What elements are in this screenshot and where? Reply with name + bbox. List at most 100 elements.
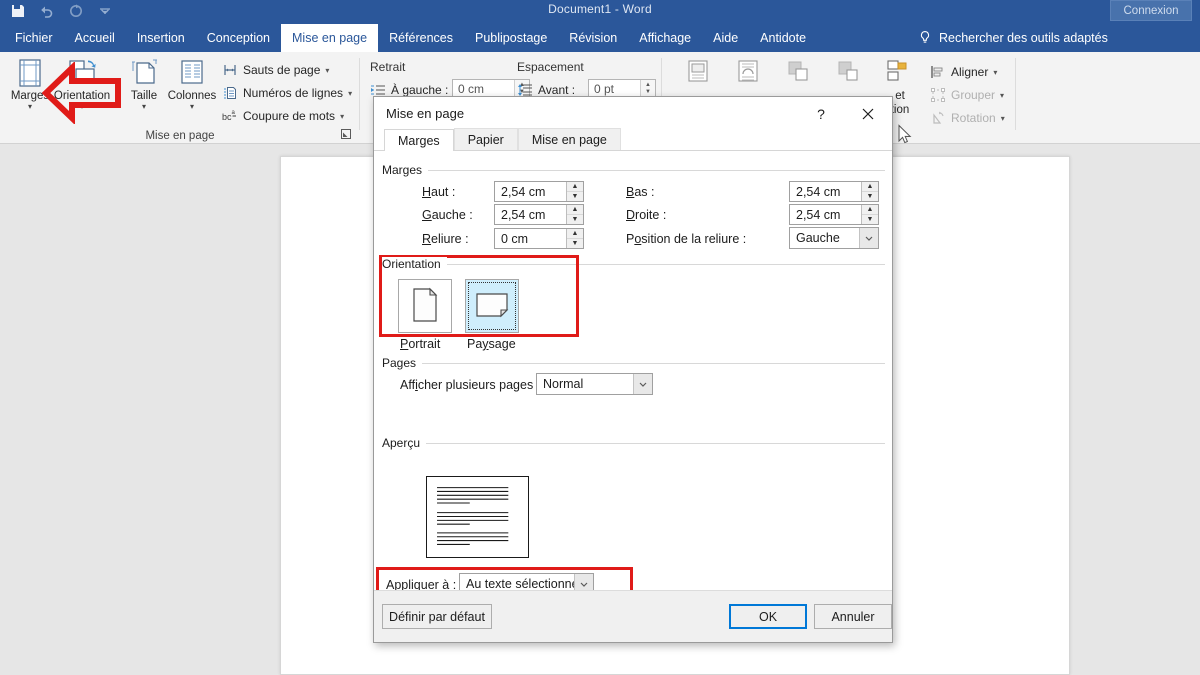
combo-afficher-plusieurs-pages[interactable]: Normal (536, 373, 653, 395)
section-rule (382, 363, 885, 364)
ok-button[interactable]: OK (729, 604, 807, 629)
chevron-down-icon[interactable]: ▾ (142, 103, 146, 111)
label-gauche: Gauche : (422, 208, 473, 222)
bring-forward-icon (785, 58, 815, 88)
label-bas: Bas : (626, 185, 655, 199)
size-icon (129, 58, 159, 88)
sauts-de-page-label: Sauts de page (243, 63, 321, 77)
chevron-down-icon[interactable]: ▾ (348, 89, 352, 98)
rotation-label: Rotation (951, 111, 996, 125)
espacement-avant-label: Avant : (538, 83, 576, 97)
spinner-haut[interactable]: ▲ ▼ (566, 182, 583, 201)
value-gauche: 2,54 cm (501, 207, 546, 222)
volet-selection-label-part2: tion (890, 104, 910, 116)
section-rule (382, 443, 885, 444)
aligner-label: Aligner (951, 65, 989, 79)
section-pages: Pages (382, 356, 885, 370)
dialog-tab-marges[interactable]: Marges (384, 129, 454, 151)
dialog-title: Mise en page (386, 105, 465, 121)
dialog-body: Marges Haut : 2,54 cm ▲ ▼ Bas : 2,54 cm ▲… (374, 151, 892, 592)
tab-affichage[interactable]: Affichage (628, 24, 702, 52)
chevron-down-icon[interactable]: ▾ (190, 103, 194, 111)
sign-in-button[interactable]: Connexion (1110, 0, 1192, 21)
hyphenation-icon: bc a (222, 108, 238, 124)
numeros-de-lignes-button[interactable]: Numéros de lignes ▾ (222, 82, 352, 104)
section-pages-caption: Pages (382, 356, 423, 370)
title-bar: Document1 - Word Connexion (0, 0, 1200, 24)
input-bas[interactable]: 2,54 cm ▲ ▼ (789, 181, 879, 202)
value-haut: 2,54 cm (501, 184, 546, 199)
tab-mise-en-page[interactable]: Mise en page (281, 24, 379, 52)
tab-fichier[interactable]: Fichier (4, 24, 64, 52)
chevron-down-icon[interactable]: ▾ (325, 66, 329, 75)
spinner-bas[interactable]: ▲ ▼ (861, 182, 878, 201)
value-afficher-plusieurs-pages: Normal (543, 377, 584, 391)
input-gauche[interactable]: 2,54 cm ▲ ▼ (494, 204, 584, 225)
dialog-tabs: Marges Papier Mise en page (374, 128, 892, 151)
tab-aide[interactable]: Aide (702, 24, 749, 52)
label-reliure: Reliure : (422, 232, 469, 246)
coupure-de-mots-button[interactable]: bc a Coupure de mots ▾ (222, 105, 344, 127)
tab-insertion[interactable]: Insertion (126, 24, 196, 52)
ribbon-tabs: Fichier Accueil Insertion Conception Mis… (4, 24, 817, 52)
taille-label: Taille (130, 90, 158, 102)
espacement-avant-spinner[interactable]: ▲ ▼ (640, 80, 655, 97)
dialog-footer: Définir par défaut OK Annuler (374, 590, 892, 642)
label-paysage: Paysage (467, 337, 516, 351)
retrait-gauche-label: À gauche : (391, 83, 449, 97)
tab-revision[interactable]: Révision (558, 24, 628, 52)
volet-selection-label-part1: et (895, 90, 905, 102)
line-numbers-icon (222, 85, 238, 101)
tell-me-search[interactable]: Rechercher des outils adaptés (918, 24, 1108, 52)
annuler-button[interactable]: Annuler (814, 604, 892, 629)
document-title: Document1 - Word (548, 2, 652, 16)
mouse-cursor-icon (897, 124, 914, 146)
send-backward-icon (835, 58, 865, 88)
taille-button[interactable]: Taille ▾ (118, 56, 170, 122)
page-setup-dialog[interactable]: Mise en page ? Marges Papier Mise en pag… (373, 96, 893, 643)
tab-references[interactable]: Références (378, 24, 464, 52)
chevron-down-icon[interactable]: ▾ (28, 103, 32, 111)
position-object-icon (685, 58, 715, 88)
page-breaks-icon (222, 62, 238, 78)
spinner-reliure[interactable]: ▲ ▼ (566, 229, 583, 248)
chevron-down-icon[interactable]: ▾ (993, 68, 997, 77)
section-rule (382, 170, 885, 171)
sauts-de-page-button[interactable]: Sauts de page ▾ (222, 59, 329, 81)
spinner-gauche[interactable]: ▲ ▼ (566, 205, 583, 224)
dialog-tab-papier[interactable]: Papier (453, 128, 518, 150)
aligner-button[interactable]: Aligner ▾ (930, 61, 997, 83)
group-separator (1015, 58, 1016, 130)
input-reliure[interactable]: 0 cm ▲ ▼ (494, 228, 584, 249)
mise-en-page-dialog-launcher-icon[interactable] (340, 128, 352, 140)
input-haut[interactable]: 2,54 cm ▲ ▼ (494, 181, 584, 202)
rotate-objects-icon (930, 110, 946, 126)
chevron-down-icon[interactable] (633, 374, 652, 394)
chevron-down-icon[interactable] (859, 228, 878, 248)
lightbulb-icon (918, 30, 932, 46)
spinner-droite[interactable]: ▲ ▼ (861, 205, 878, 224)
definir-par-defaut-button[interactable]: Définir par défaut (382, 604, 492, 629)
espacement-avant-value: 0 pt (594, 81, 615, 96)
label-afficher-plusieurs-pages: Afficher plusieurs pages : (400, 378, 541, 392)
tab-conception[interactable]: Conception (196, 24, 281, 52)
close-icon[interactable] (856, 103, 880, 125)
espacement-title: Espacement (517, 60, 584, 74)
help-icon[interactable]: ? (810, 103, 832, 125)
value-position-reliure: Gauche (796, 231, 840, 245)
grouper-button: Grouper ▾ (930, 84, 1004, 106)
combo-position-reliure[interactable]: Gauche (789, 227, 879, 249)
numeros-de-lignes-label: Numéros de lignes (243, 86, 344, 100)
colonnes-label: Colonnes (167, 90, 217, 102)
tab-publipostage[interactable]: Publipostage (464, 24, 558, 52)
group-label-mise-en-page: Mise en page (145, 130, 215, 142)
group-objects-icon (930, 87, 946, 103)
tab-accueil[interactable]: Accueil (64, 24, 126, 52)
colonnes-button[interactable]: Colonnes ▾ (166, 56, 218, 122)
dialog-tab-mise-en-page[interactable]: Mise en page (517, 128, 621, 150)
chevron-down-icon[interactable]: ▾ (340, 112, 344, 121)
wrap-text-icon (735, 58, 765, 88)
section-orientation-caption: Orientation (382, 257, 447, 271)
tab-antidote[interactable]: Antidote (749, 24, 817, 52)
input-droite[interactable]: 2,54 cm ▲ ▼ (789, 204, 879, 225)
